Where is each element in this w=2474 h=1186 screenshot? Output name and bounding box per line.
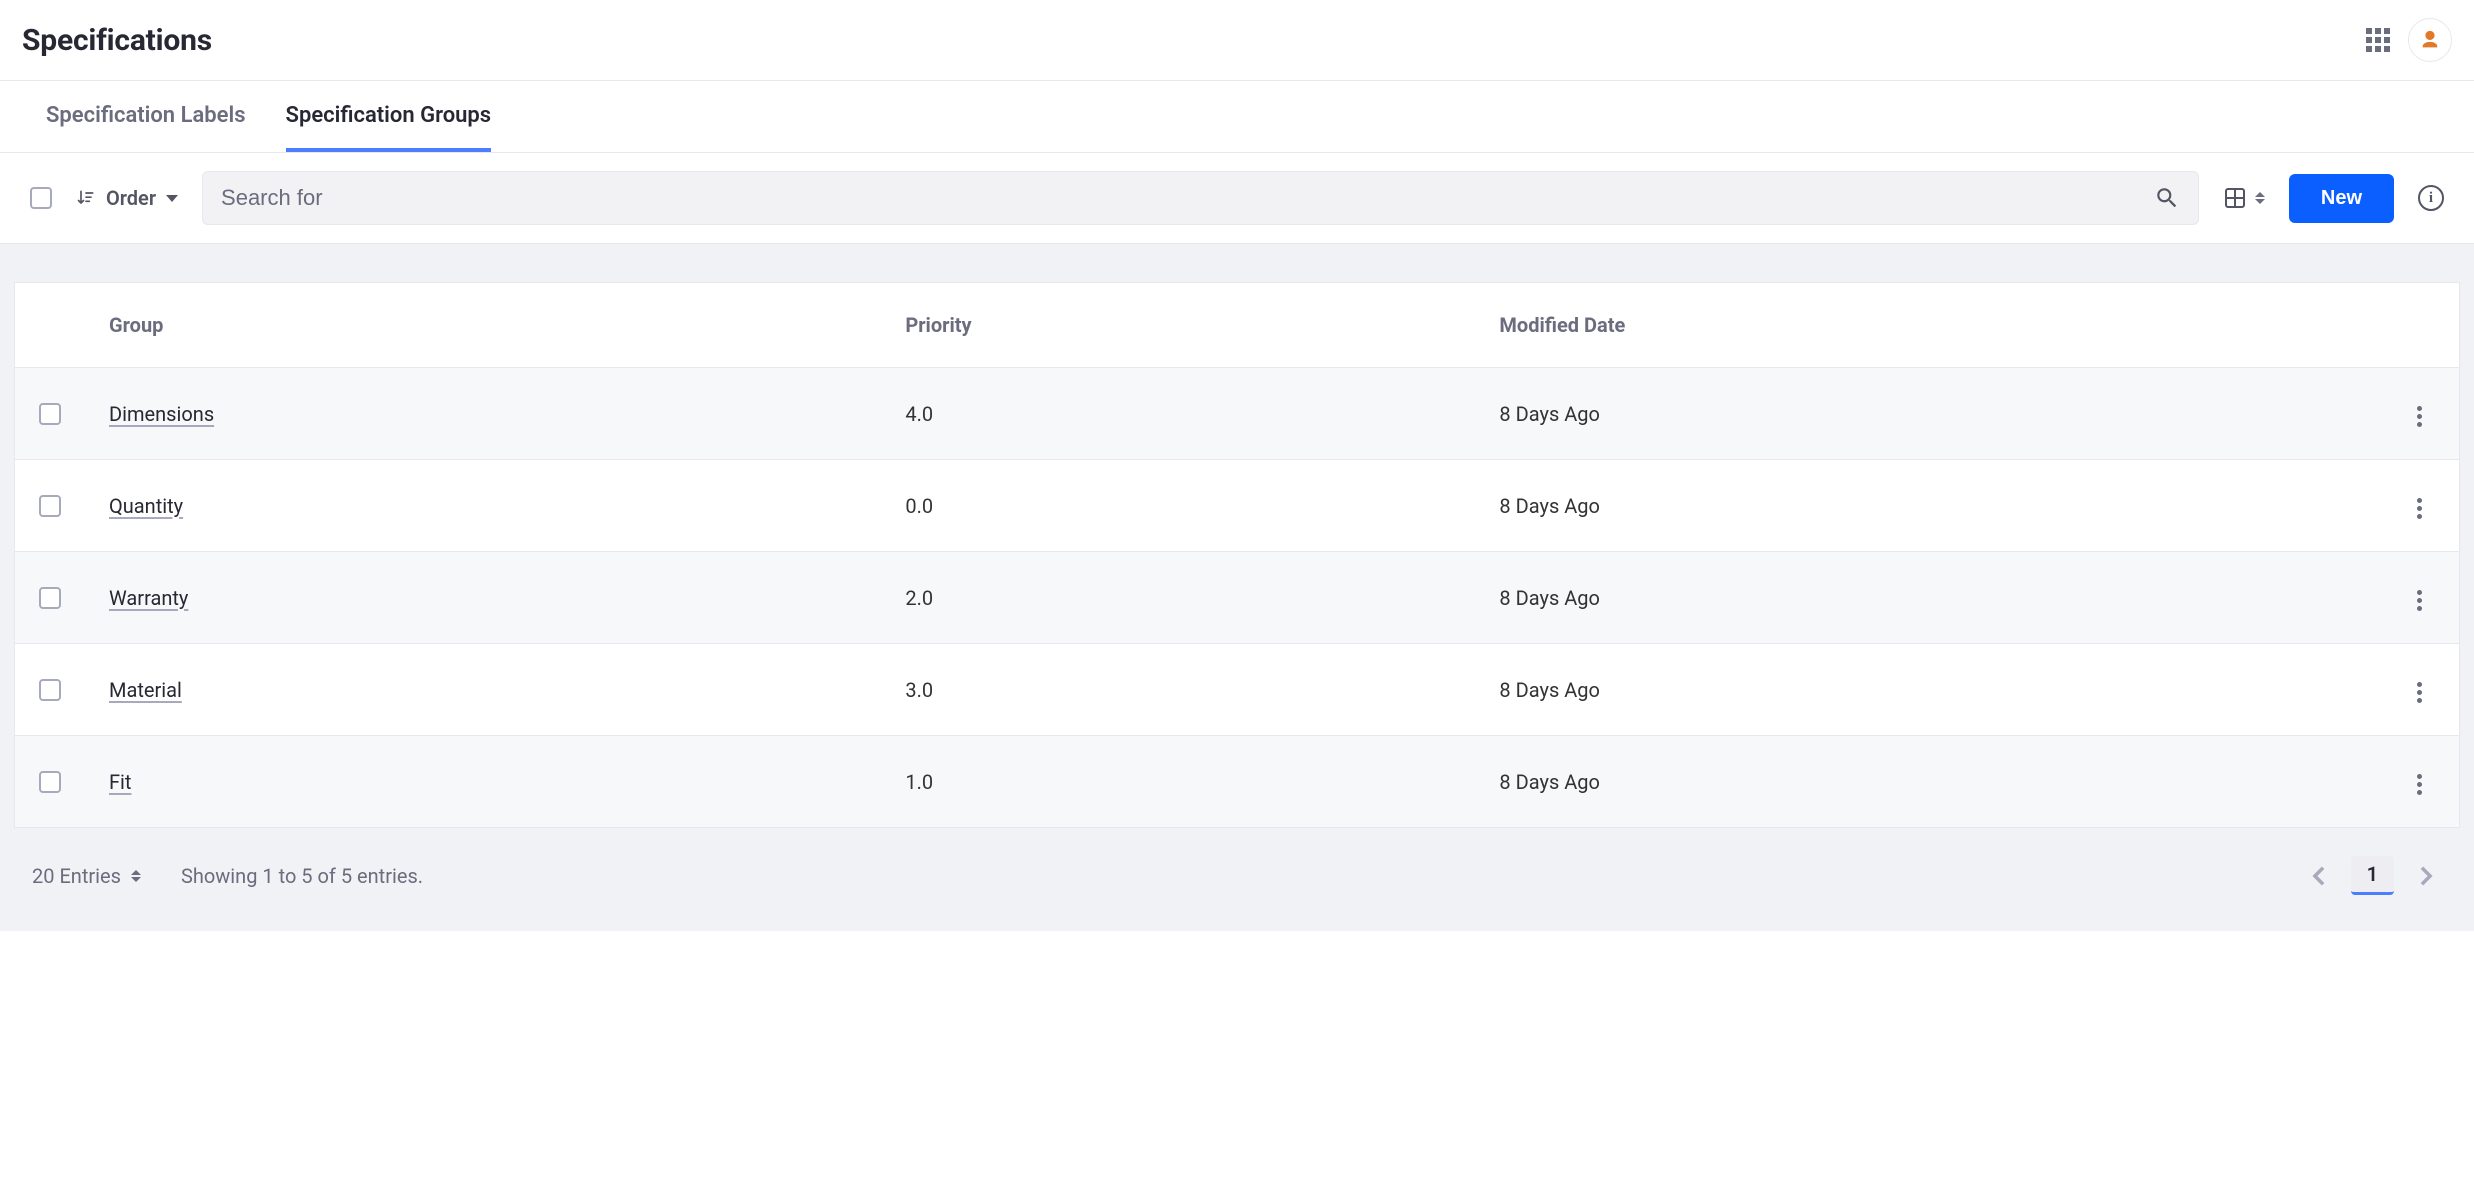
cell-priority: 2.0: [881, 552, 1475, 644]
grid-icon: [2223, 186, 2247, 210]
showing-text: Showing 1 to 5 of 5 entries.: [181, 864, 423, 888]
order-dropdown[interactable]: Order: [76, 186, 178, 210]
header-actions: [2366, 18, 2452, 62]
info-icon[interactable]: i: [2418, 185, 2444, 211]
row-checkbox[interactable]: [39, 403, 61, 425]
search-field[interactable]: [202, 171, 2199, 225]
tabs: Specification Labels Specification Group…: [0, 81, 2474, 153]
tab-specification-labels[interactable]: Specification Labels: [46, 81, 246, 152]
user-icon: [2419, 29, 2441, 51]
new-button[interactable]: New: [2289, 174, 2394, 223]
sort-icon: [76, 188, 96, 208]
cell-modified: 8 Days Ago: [1475, 644, 2379, 736]
table-row: Warranty 2.08 Days Ago: [15, 552, 2460, 644]
cell-modified: 8 Days Ago: [1475, 460, 2379, 552]
row-actions-menu[interactable]: [2409, 490, 2430, 527]
cell-modified: 8 Days Ago: [1475, 552, 2379, 644]
row-actions-menu[interactable]: [2409, 674, 2430, 711]
page-title: Specifications: [22, 23, 212, 58]
cell-priority: 1.0: [881, 736, 1475, 828]
row-checkbox[interactable]: [39, 587, 61, 609]
row-actions-menu[interactable]: [2409, 582, 2430, 619]
specification-groups-table: Group Priority Modified Date Dimensions 4…: [14, 282, 2460, 828]
cell-priority: 3.0: [881, 644, 1475, 736]
chevron-right-icon: [2419, 865, 2433, 887]
table-footer: 20 Entries Showing 1 to 5 of 5 entries. …: [14, 828, 2460, 905]
page-header: Specifications: [0, 0, 2474, 81]
sort-arrows-icon: [131, 870, 141, 882]
sort-arrows-icon: [2255, 192, 2265, 204]
chevron-left-icon: [2312, 865, 2326, 887]
group-link[interactable]: Warranty: [109, 586, 188, 610]
group-link[interactable]: Quantity: [109, 494, 183, 518]
column-header-priority[interactable]: Priority: [881, 283, 1475, 368]
chevron-down-icon: [166, 195, 178, 202]
tab-specification-groups[interactable]: Specification Groups: [286, 81, 492, 152]
cell-modified: 8 Days Ago: [1475, 368, 2379, 460]
pagination: 1: [2303, 856, 2442, 895]
page-number-current[interactable]: 1: [2351, 856, 2394, 895]
table-row: Dimensions 4.08 Days Ago: [15, 368, 2460, 460]
group-link[interactable]: Fit: [109, 770, 131, 794]
column-header-modified[interactable]: Modified Date: [1475, 283, 2379, 368]
row-checkbox[interactable]: [39, 771, 61, 793]
prev-page-button[interactable]: [2303, 860, 2335, 892]
row-checkbox[interactable]: [39, 679, 61, 701]
group-link[interactable]: Dimensions: [109, 402, 214, 426]
row-checkbox[interactable]: [39, 495, 61, 517]
column-header-checkbox: [15, 283, 86, 368]
row-actions-menu[interactable]: [2409, 766, 2430, 803]
table-row: Quantity 0.08 Days Ago: [15, 460, 2460, 552]
cell-modified: 8 Days Ago: [1475, 736, 2379, 828]
apps-grid-icon[interactable]: [2366, 28, 2390, 52]
group-link[interactable]: Material: [109, 678, 182, 702]
search-input[interactable]: [221, 185, 2154, 211]
row-actions-menu[interactable]: [2409, 398, 2430, 435]
cell-priority: 0.0: [881, 460, 1475, 552]
column-header-actions: [2380, 283, 2460, 368]
table-row: Material 3.08 Days Ago: [15, 644, 2460, 736]
column-header-group[interactable]: Group: [85, 283, 881, 368]
table-row: Fit 1.08 Days Ago: [15, 736, 2460, 828]
toolbar: Order New i: [0, 153, 2474, 244]
entries-label: 20 Entries: [32, 864, 121, 888]
select-all-checkbox[interactable]: [30, 187, 52, 209]
order-label: Order: [106, 186, 156, 210]
next-page-button[interactable]: [2410, 860, 2442, 892]
content-area: Group Priority Modified Date Dimensions 4…: [0, 244, 2474, 931]
avatar[interactable]: [2408, 18, 2452, 62]
view-mode-toggle[interactable]: [2223, 186, 2265, 210]
cell-priority: 4.0: [881, 368, 1475, 460]
entries-per-page-select[interactable]: 20 Entries: [32, 864, 141, 888]
search-icon[interactable]: [2154, 185, 2180, 211]
